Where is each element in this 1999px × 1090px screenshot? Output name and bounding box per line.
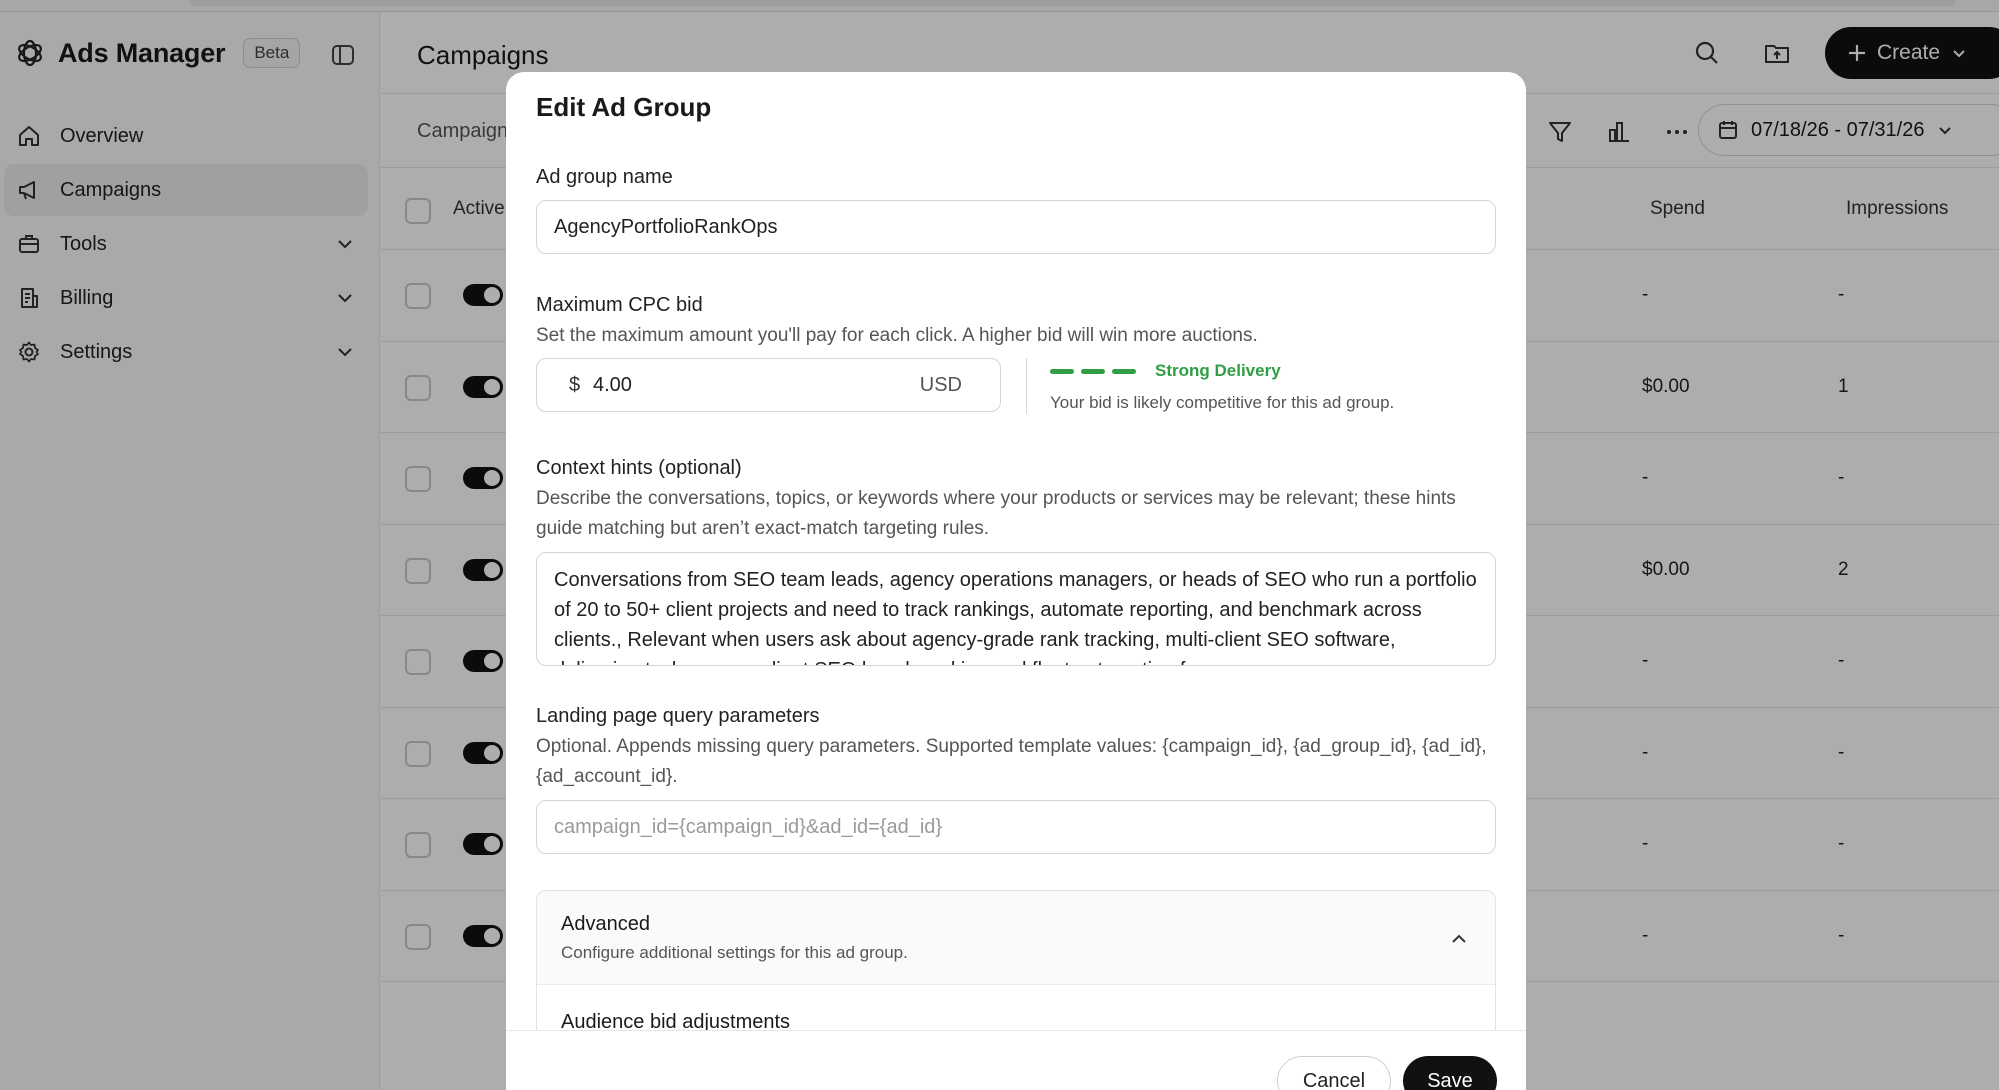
ad-group-name-value: AgencyPortfolioRankOps — [554, 215, 778, 238]
divider — [1026, 358, 1027, 414]
strength-bar — [1050, 368, 1074, 374]
max-cpc-bid-help: Set the maximum amount you'll pay for ea… — [536, 325, 1258, 346]
currency-symbol: $ — [569, 374, 581, 396]
max-cpc-bid-input[interactable]: $ 4.00 USD — [536, 358, 1001, 412]
context-hints-textarea[interactable]: Conversations from SEO team leads, agenc… — [536, 552, 1496, 666]
landing-page-params-label: Landing page query parameters — [536, 705, 820, 727]
bid-value: 4.00 — [593, 374, 632, 396]
advanced-description: Configure additional settings for this a… — [561, 943, 908, 962]
bid-strength-description: Your bid is likely competitive for this … — [1050, 393, 1395, 412]
bid-unit: USD — [919, 374, 962, 396]
advanced-section-header[interactable]: Advanced Configure additional settings f… — [537, 891, 1495, 985]
dialog-footer: Cancel Save — [506, 1030, 1526, 1090]
dialog-title: Edit Ad Group — [536, 92, 712, 122]
cancel-button[interactable]: Cancel — [1277, 1056, 1391, 1090]
landing-page-params-input[interactable]: campaign_id={campaign_id}&ad_id={ad_id} — [536, 800, 1496, 854]
strength-bar — [1081, 368, 1105, 374]
strength-bar — [1112, 368, 1136, 374]
max-cpc-bid-label: Maximum CPC bid — [536, 294, 703, 316]
context-hints-label: Context hints (optional) — [536, 457, 742, 479]
landing-page-params-help: Optional. Appends missing query paramete… — [536, 736, 1487, 787]
bid-strength-label: Strong Delivery — [1155, 361, 1281, 380]
save-button[interactable]: Save — [1403, 1056, 1497, 1090]
context-hints-value: Conversations from SEO team leads, agenc… — [554, 569, 1477, 665]
bid-strength-indicator: Strong Delivery — [1050, 361, 1281, 381]
ad-group-name-label: Ad group name — [536, 166, 673, 188]
chevron-up-icon[interactable] — [1447, 927, 1471, 951]
advanced-title: Advanced — [561, 913, 650, 935]
ad-group-name-input[interactable]: AgencyPortfolioRankOps — [536, 200, 1496, 254]
edit-ad-group-dialog: Edit Ad Group Ad group name AgencyPortfo… — [506, 72, 1526, 1090]
context-hints-help: Describe the conversations, topics, or k… — [536, 488, 1456, 539]
landing-page-params-placeholder: campaign_id={campaign_id}&ad_id={ad_id} — [554, 815, 943, 838]
